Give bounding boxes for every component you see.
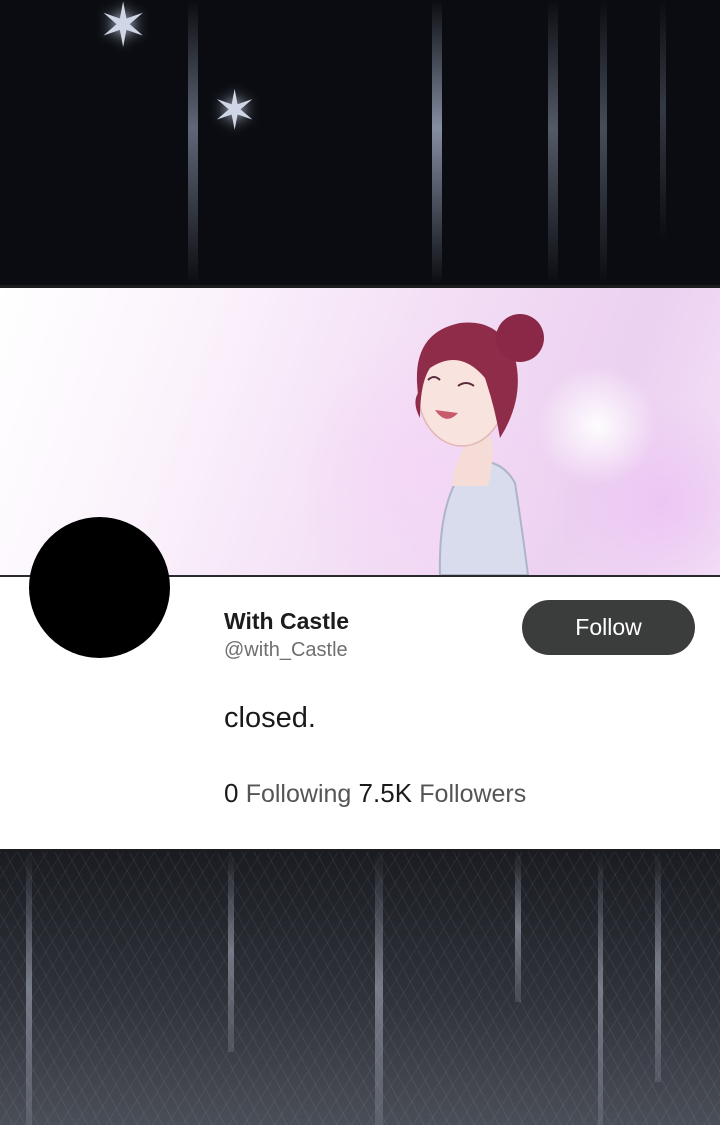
following-count: 0 — [224, 778, 239, 808]
rain-streak — [515, 852, 521, 1002]
followers-link[interactable]: 7.5K Followers — [359, 778, 527, 808]
profile-handle: @with_Castle — [224, 639, 348, 661]
light-streak — [660, 0, 666, 240]
profile-bio: closed. — [224, 702, 316, 734]
avatar[interactable] — [29, 517, 170, 658]
character-hair-bun — [496, 314, 544, 362]
sparkle-icon: ✶ — [98, 0, 149, 61]
rain-streak — [375, 852, 383, 1125]
light-streak — [548, 0, 558, 285]
follow-button[interactable]: Follow — [522, 600, 695, 655]
comic-panel-night-sky: ✶ ✶ — [0, 0, 720, 285]
profile-card: With Castle @with_Castle Follow closed. … — [0, 288, 720, 849]
followers-label: Followers — [419, 780, 527, 808]
rain-streak — [655, 852, 661, 1082]
sparkle-icon: ✶ — [212, 79, 258, 142]
hatch-texture — [0, 852, 720, 1125]
profile-stats: 0 Following 7.5K Followers — [224, 778, 526, 809]
light-streak — [432, 0, 442, 285]
profile-display-name: With Castle — [224, 608, 350, 634]
rain-streak — [228, 852, 234, 1052]
comic-panel-rain — [0, 852, 720, 1125]
following-link[interactable]: 0 Following — [224, 778, 351, 808]
rain-streak — [26, 852, 32, 1125]
followers-count: 7.5K — [358, 778, 413, 808]
light-streak — [600, 0, 607, 285]
following-label: Following — [245, 780, 352, 808]
light-streak — [188, 0, 198, 285]
rain-streak — [598, 852, 603, 1125]
